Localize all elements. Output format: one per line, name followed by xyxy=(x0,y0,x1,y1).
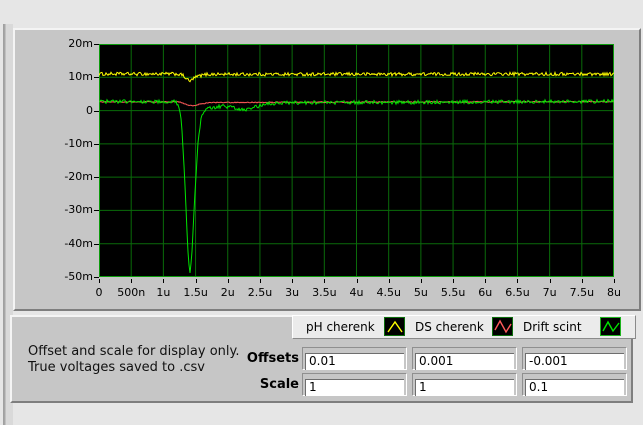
x-tick-mark xyxy=(550,279,551,283)
plot-legend: pH cherenk DS cherenk Drift scint xyxy=(292,315,636,339)
waveform-plot-canvas xyxy=(99,44,614,277)
x-tick-label: 2u xyxy=(210,286,246,299)
y-tick-label: -30m xyxy=(53,203,93,216)
x-tick-label: 1.5u xyxy=(178,286,214,299)
y-tick-label: 0 xyxy=(53,104,93,117)
scale-input-drift-scint[interactable] xyxy=(525,379,624,396)
x-tick-label: 4u xyxy=(339,286,375,299)
scale-row-label: Scale xyxy=(12,373,299,396)
offset-field-ds-cherenk-box xyxy=(412,347,517,370)
legend-label-ds-cherenk: DS cherenk xyxy=(415,320,484,335)
scale-input-ds-cherenk[interactable] xyxy=(415,379,514,396)
x-tick-label: 0 xyxy=(81,286,117,299)
legend-label-drift-scint: Drift scint xyxy=(523,320,582,335)
x-tick-label: 8u xyxy=(596,286,632,299)
y-tick-label: -50m xyxy=(53,270,93,283)
y-tick-label: 10m xyxy=(53,70,93,83)
y-tick-label: 20m xyxy=(53,37,93,50)
x-tick-mark xyxy=(421,279,422,283)
x-tick-label: 7u xyxy=(532,286,568,299)
x-tick-mark xyxy=(485,279,486,283)
x-tick-mark xyxy=(614,279,615,283)
offset-field-ph-cherenk-box xyxy=(302,347,407,370)
y-tick-mark xyxy=(94,44,99,45)
y-tick-mark xyxy=(94,177,99,178)
y-tick-mark xyxy=(94,77,99,78)
x-tick-mark xyxy=(453,279,454,283)
scale-field-drift-scint-box xyxy=(522,373,627,396)
x-tick-label: 3.5u xyxy=(306,286,342,299)
drift-scint-trace-icon[interactable] xyxy=(600,317,621,336)
x-tick-mark xyxy=(163,279,164,283)
x-tick-label: 500n xyxy=(113,286,149,299)
x-tick-label: 3u xyxy=(274,286,310,299)
ph-cherenk-trace-icon[interactable] xyxy=(384,317,405,336)
y-tick-mark xyxy=(94,244,99,245)
waveform-plot-area xyxy=(99,44,614,277)
x-tick-label: 6u xyxy=(467,286,503,299)
x-tick-label: 1u xyxy=(145,286,181,299)
x-tick-mark xyxy=(228,279,229,283)
waveform-chart-panel: 20m10m0-10m-20m-30m-40m-50m 0500n1u1.5u2… xyxy=(13,28,641,311)
scale-input-ph-cherenk[interactable] xyxy=(305,379,404,396)
x-tick-label: 5u xyxy=(403,286,439,299)
scale-field-ds-cherenk-box xyxy=(412,373,517,396)
y-tick-mark xyxy=(94,210,99,211)
y-tick-mark xyxy=(94,111,99,112)
y-tick-mark xyxy=(94,144,99,145)
y-tick-label: -10m xyxy=(53,137,93,150)
y-tick-mark xyxy=(94,277,99,278)
y-tick-label: -20m xyxy=(53,170,93,183)
x-tick-mark xyxy=(260,279,261,283)
legend-label-ph-cherenk: pH cherenk xyxy=(306,320,375,335)
x-tick-label: 5.5u xyxy=(435,286,471,299)
x-tick-label: 2.5u xyxy=(242,286,278,299)
scale-field-ph-cherenk-box xyxy=(302,373,407,396)
offset-input-drift-scint[interactable] xyxy=(525,353,624,370)
x-tick-mark xyxy=(389,279,390,283)
x-tick-mark xyxy=(131,279,132,283)
x-tick-mark xyxy=(357,279,358,283)
offsets-row-label: Offsets xyxy=(12,347,299,370)
x-tick-mark xyxy=(517,279,518,283)
x-tick-label: 6.5u xyxy=(499,286,535,299)
offset-field-drift-scint-box xyxy=(522,347,627,370)
x-tick-mark xyxy=(324,279,325,283)
y-tick-label: -40m xyxy=(53,237,93,250)
x-tick-mark xyxy=(292,279,293,283)
x-tick-mark xyxy=(196,279,197,283)
x-tick-label: 7.5u xyxy=(564,286,600,299)
offset-input-ds-cherenk[interactable] xyxy=(415,353,514,370)
offset-input-ph-cherenk[interactable] xyxy=(305,353,404,370)
x-tick-mark xyxy=(582,279,583,283)
x-tick-label: 4.5u xyxy=(371,286,407,299)
ds-cherenk-trace-icon[interactable] xyxy=(492,317,513,336)
x-tick-mark xyxy=(99,279,100,283)
